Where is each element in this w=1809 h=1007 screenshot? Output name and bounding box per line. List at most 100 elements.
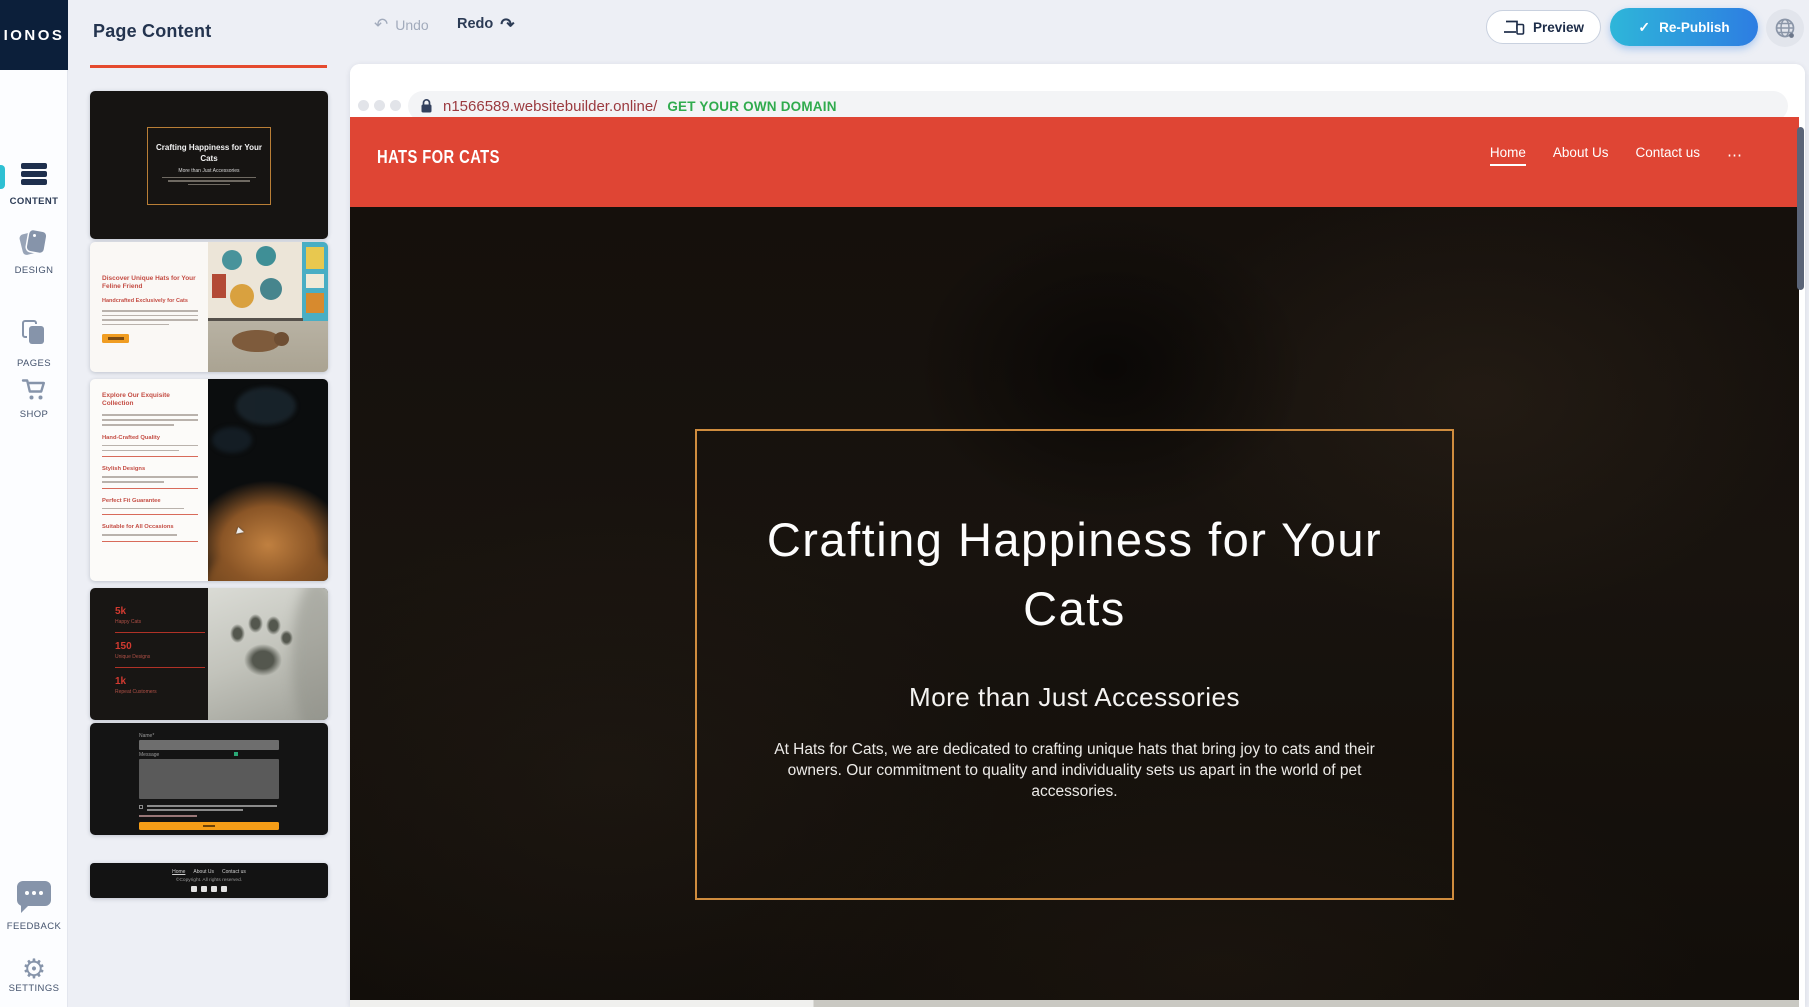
nav-item-about[interactable]: About Us — [1553, 145, 1609, 166]
facebook-icon — [191, 886, 197, 892]
thumb-collection-item: Stylish Designs — [102, 466, 198, 472]
thumb-form-message-label: Message — [139, 752, 159, 758]
redo-label: Redo — [457, 16, 493, 32]
browser-url-bar: n1566589.websitebuilder.online/ GET YOUR… — [350, 64, 1805, 117]
check-icon: ✓ — [1638, 19, 1650, 36]
sidebar-item-feedback[interactable]: FEEDBACK — [0, 881, 68, 932]
thumb-hero-title: Crafting Happiness for Your Cats — [148, 142, 270, 164]
street-cat-photo — [208, 242, 328, 372]
section-thumbnail-stats[interactable]: 5k Happy Cats 150 Unique Designs 1k Repe… — [90, 588, 328, 720]
sidebar-item-design[interactable]: DESIGN — [0, 230, 68, 276]
hero-title: Crafting Happiness for Your Cats — [745, 505, 1405, 643]
thumb-shop-subheading: Handcrafted Exclusively for Cats — [102, 298, 198, 304]
design-icon — [19, 230, 49, 256]
thumb-text-line — [102, 414, 198, 416]
sidebar-item-shop[interactable]: SHOP — [0, 375, 68, 420]
stat-value: 150 — [115, 641, 208, 652]
instagram-icon — [221, 886, 227, 892]
nav-more-ellipsis[interactable]: ⋯ — [1727, 146, 1742, 164]
sidebar-item-label: FEEDBACK — [0, 921, 68, 932]
sidebar-item-settings[interactable]: ⚙ SETTINGS — [0, 956, 68, 994]
hero-subtitle: More than Just Accessories — [697, 682, 1452, 713]
thumb-collection-item: Hand-Crafted Quality — [102, 435, 198, 441]
globe-icon — [1773, 16, 1797, 40]
sidebar-item-label: CONTENT — [0, 196, 68, 207]
site-brand-logo[interactable]: HATS FOR CATS — [377, 147, 500, 168]
thumb-text-line — [102, 424, 174, 426]
section-thumbnail-collection[interactable]: Explore Our Exquisite Collection Hand-Cr… — [90, 379, 328, 581]
thumb-text-line — [102, 508, 184, 510]
next-section-edge — [350, 1000, 1799, 1007]
hero-text-block-selected[interactable]: Crafting Happiness for Your Cats More th… — [695, 429, 1454, 900]
pages-icon — [20, 320, 48, 346]
republish-button[interactable]: ✓ Re-Publish — [1610, 8, 1758, 46]
section-thumbnail-shop[interactable]: Discover Unique Hats for Your Feline Fri… — [90, 242, 328, 372]
thumb-stats-text: 5k Happy Cats 150 Unique Designs 1k Repe… — [90, 588, 208, 720]
thumb-text-line — [102, 315, 198, 317]
section-thumbnail-hero[interactable]: Crafting Happiness for Your Cats More th… — [90, 91, 328, 239]
thumb-text-line — [102, 476, 198, 478]
twitter-icon — [201, 886, 207, 892]
feedback-icon — [17, 881, 51, 906]
paw-print-photo — [208, 588, 328, 720]
window-control-dots — [358, 100, 401, 111]
settings-gear-icon: ⚙ — [22, 954, 46, 984]
stat-label: Happy Cats — [115, 619, 208, 625]
orange-cat-photo — [208, 379, 328, 581]
section-thumbnail-footer[interactable]: Home About Us Contact us ©Copyright. All… — [90, 863, 328, 898]
sidebar: CONTENT DESIGN PAGES SHOP FEEDBACK ⚙ SET… — [0, 70, 68, 1007]
get-domain-link[interactable]: GET YOUR OWN DOMAIN — [667, 99, 836, 114]
ionos-logo[interactable]: IONOS — [0, 0, 68, 70]
thumb-footer-links: Home About Us Contact us — [90, 869, 328, 875]
preview-button[interactable]: Preview — [1486, 10, 1601, 44]
thumb-text-line — [102, 319, 198, 321]
sidebar-item-label: SETTINGS — [0, 983, 68, 994]
section-thumbnail-contact-form[interactable]: Name* Message — [90, 723, 328, 835]
site-navigation: Home About Us Contact us ⋯ — [1490, 117, 1742, 193]
thumb-text-line — [102, 419, 198, 421]
thumb-shop-heading: Discover Unique Hats for Your Feline Fri… — [102, 275, 198, 291]
site-canvas: HATS FOR CATS Home About Us Contact us ⋯… — [350, 117, 1799, 1007]
website-builder-app: ↶ Undo Redo ↷ Preview ✓ Re-Publish IONOS — [0, 0, 1809, 1007]
hero-paragraph: At Hats for Cats, we are dedicated to cr… — [768, 739, 1382, 802]
thumb-shop-text: Discover Unique Hats for Your Feline Fri… — [90, 242, 208, 372]
undo-button[interactable]: ↶ Undo — [374, 17, 429, 33]
thumb-collection-item: Perfect Fit Guarantee — [102, 498, 198, 504]
thumb-hero-box: Crafting Happiness for Your Cats More th… — [147, 127, 271, 205]
red-divider — [115, 632, 205, 633]
red-divider — [102, 456, 198, 457]
red-divider — [102, 541, 198, 542]
sidebar-item-label: PAGES — [0, 358, 68, 369]
red-divider — [115, 667, 205, 668]
stat-label: Repeat Customers — [115, 689, 208, 695]
language-globe-button[interactable] — [1766, 9, 1804, 47]
thumb-footer-social-icons — [90, 886, 328, 892]
thumb-footer-copyright: ©Copyright. All rights reserved. — [90, 878, 328, 883]
site-url: n1566589.websitebuilder.online/ — [443, 98, 657, 115]
thumb-text-line — [147, 805, 277, 807]
thumb-text-line — [102, 324, 169, 326]
sidebar-item-label: DESIGN — [0, 265, 68, 276]
nav-item-home[interactable]: Home — [1490, 145, 1526, 166]
thumb-form-checkbox — [139, 805, 143, 809]
preview-scrollbar[interactable] — [1797, 127, 1804, 290]
stat-value: 1k — [115, 676, 208, 687]
nav-item-contact[interactable]: Contact us — [1635, 145, 1700, 166]
thumb-form-submit-button — [139, 822, 279, 830]
hero-section[interactable]: Crafting Happiness for Your Cats More th… — [350, 207, 1799, 1000]
youtube-icon — [211, 886, 217, 892]
thumb-text-line — [162, 177, 256, 179]
site-header[interactable]: HATS FOR CATS Home About Us Contact us ⋯ — [350, 117, 1799, 207]
thumb-text-line — [188, 184, 230, 186]
devices-icon — [1503, 19, 1525, 35]
content-icon — [21, 163, 47, 187]
sidebar-item-content[interactable]: CONTENT — [0, 163, 68, 207]
thumb-form-name-label: Name* — [139, 733, 154, 739]
thumb-text-line — [102, 450, 179, 452]
thumb-collection-item: Suitable for All Occasions — [102, 524, 198, 530]
thumb-footer-link: Home — [172, 869, 185, 875]
sidebar-item-pages[interactable]: PAGES — [0, 320, 68, 369]
lock-icon — [420, 98, 433, 114]
thumb-text-line — [147, 809, 243, 811]
redo-button[interactable]: Redo ↷ — [457, 16, 515, 32]
